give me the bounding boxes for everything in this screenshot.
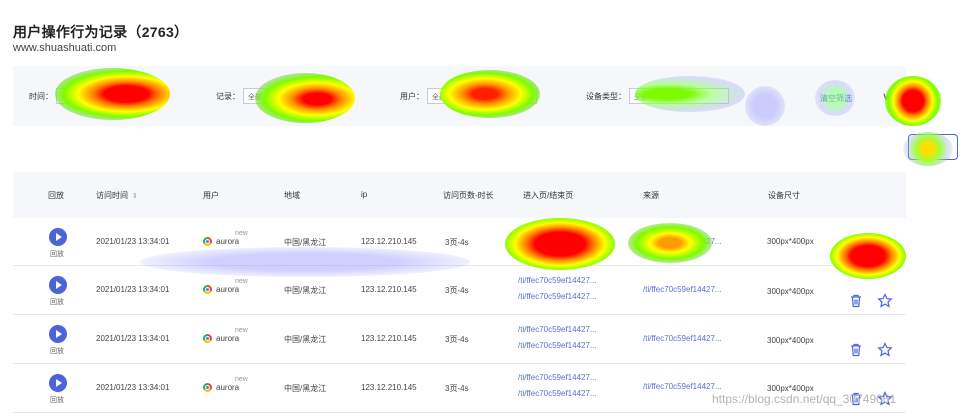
chrome-icon xyxy=(203,383,212,392)
user-name: aurora xyxy=(216,237,240,246)
new-tag: new xyxy=(235,278,248,285)
visit-time: 2021/01/23 13:34:01 xyxy=(96,383,170,392)
play-icon[interactable] xyxy=(49,228,67,246)
column-visit-time[interactable]: 访问时间 ⇕ xyxy=(96,190,138,201)
site-url: www.shuashuati.com xyxy=(13,42,117,54)
column-ip: ip xyxy=(361,190,368,199)
visit-time: 2021/01/23 13:34:01 xyxy=(96,237,170,246)
replay-label: 回放 xyxy=(50,299,64,306)
user-filter-label: 用户： xyxy=(400,91,424,101)
filter-bar: 时间： 全部 记录： 全部 用户： 全部 设备类型： 全部 清空筛选 ∨ xyxy=(13,66,906,126)
device-filter-select[interactable]: 全部 xyxy=(629,88,729,104)
floating-action-button[interactable] xyxy=(908,134,958,160)
record-filter-select[interactable]: 全部 xyxy=(243,88,351,104)
pages-duration: 3页-4s xyxy=(445,286,469,295)
column-source: 来源 xyxy=(643,191,659,200)
new-tag: new xyxy=(235,376,248,383)
entry-page-link[interactable]: /ti/ffec70c59ef14427... xyxy=(518,276,597,285)
region: 中国/黑龙江 xyxy=(284,335,327,344)
source-link[interactable]: /ti/ffec70c59ef14427... xyxy=(643,382,722,391)
table-row: 回放 2021/01/23 13:34:01 new aurora 中国/黑龙江… xyxy=(13,218,906,266)
ip-address: 123.12.210.145 xyxy=(361,237,417,246)
table-row: 回放 2021/01/23 13:34:01 new aurora 中国/黑龙江… xyxy=(13,316,906,364)
ip-address: 123.12.210.145 xyxy=(361,334,417,343)
ip-address: 123.12.210.145 xyxy=(361,285,417,294)
replay-label: 回放 xyxy=(50,251,64,258)
play-icon[interactable] xyxy=(49,276,67,294)
star-icon[interactable] xyxy=(877,293,893,309)
region: 中国/黑龙江 xyxy=(284,384,327,393)
column-device-size: 设备尺寸 xyxy=(768,191,800,200)
user-name: aurora xyxy=(216,383,240,392)
device-filter[interactable]: 设备类型： 全部 xyxy=(586,88,729,104)
device-size: 300px*400px xyxy=(767,237,814,246)
column-visit-time-label: 访问时间 xyxy=(96,191,128,200)
exit-page-link[interactable]: /ti/ffec70c59ef14427... xyxy=(518,389,597,398)
column-entry-exit: 进入页/结束页 xyxy=(523,191,574,200)
source-link[interactable]: /ti/ffec70c59ef14427... xyxy=(643,334,722,343)
chrome-icon xyxy=(203,237,212,246)
clear-filters-button[interactable]: 清空筛选 xyxy=(820,93,852,104)
star-icon[interactable] xyxy=(877,342,893,358)
user-filter[interactable]: 用户： 全部 xyxy=(400,88,537,104)
user-cell: aurora xyxy=(203,237,239,246)
user-name: aurora xyxy=(216,334,240,343)
new-tag: new xyxy=(235,327,248,334)
table-row: 回放 2021/01/23 13:34:01 new aurora 中国/黑龙江… xyxy=(13,267,906,315)
trash-icon[interactable] xyxy=(848,293,864,309)
device-size: 300px*400px xyxy=(767,336,814,345)
chrome-icon xyxy=(203,334,212,343)
ip-address: 123.12.210.145 xyxy=(361,383,417,392)
record-filter[interactable]: 记录： 全部 xyxy=(216,88,351,104)
chrome-icon xyxy=(203,285,212,294)
play-icon[interactable] xyxy=(49,374,67,392)
user-cell: aurora xyxy=(203,285,239,294)
new-tag: new xyxy=(235,230,248,237)
replay-label: 回放 xyxy=(50,348,64,355)
time-filter[interactable]: 时间： 全部 xyxy=(29,88,152,104)
replay-label: 回放 xyxy=(50,397,64,404)
page-title: 用户操作行为记录（2763） xyxy=(13,24,189,40)
pages-duration: 3页-4s xyxy=(445,335,469,344)
column-user: 用户 xyxy=(203,191,219,200)
region: 中国/黑龙江 xyxy=(284,238,327,247)
region: 中国/黑龙江 xyxy=(284,286,327,295)
trash-icon[interactable] xyxy=(848,342,864,358)
exit-page-link[interactable]: /ti/ffec70c59ef14427... xyxy=(518,341,597,350)
visit-time: 2021/01/23 13:34:01 xyxy=(96,285,170,294)
sort-icon[interactable]: ⇕ xyxy=(132,193,138,200)
source-link[interactable]: /ti/ffec70c59ef14427... xyxy=(643,237,722,246)
user-filter-select[interactable]: 全部 xyxy=(427,88,537,104)
source-link[interactable]: /ti/ffec70c59ef14427... xyxy=(643,285,722,294)
entry-page-link[interactable]: /ti/ffec70c59ef14427... xyxy=(518,325,597,334)
column-pages-duration: 访问页数-时长 xyxy=(443,191,494,200)
table-header: 回放 访问时间 ⇕ 用户 地域 ip 访问页数-时长 进入页/结束页 来源 设备尺… xyxy=(13,172,906,218)
user-name: aurora xyxy=(216,285,240,294)
chevron-down-icon[interactable]: ∨ xyxy=(882,90,890,103)
user-cell: aurora xyxy=(203,383,239,392)
record-filter-label: 记录： xyxy=(216,91,240,101)
time-filter-select[interactable]: 全部 xyxy=(56,88,152,104)
pages-duration: 3页-4s xyxy=(445,384,469,393)
column-replay: 回放 xyxy=(48,191,64,200)
time-filter-label: 时间： xyxy=(29,91,53,101)
entry-page-link[interactable]: /ti/ffec70c59ef14427... xyxy=(518,373,597,382)
device-size: 300px*400px xyxy=(767,287,814,296)
exit-page-link[interactable]: /ti/ffec70c59ef14427... xyxy=(518,292,597,301)
play-icon[interactable] xyxy=(49,325,67,343)
device-filter-label: 设备类型： xyxy=(586,91,626,101)
column-region: 地域 xyxy=(284,191,300,200)
visit-time: 2021/01/23 13:34:01 xyxy=(96,334,170,343)
pages-duration: 3页-4s xyxy=(445,238,469,247)
user-cell: aurora xyxy=(203,334,239,343)
watermark: https://blog.csdn.net/qq_30749061 xyxy=(712,392,897,406)
